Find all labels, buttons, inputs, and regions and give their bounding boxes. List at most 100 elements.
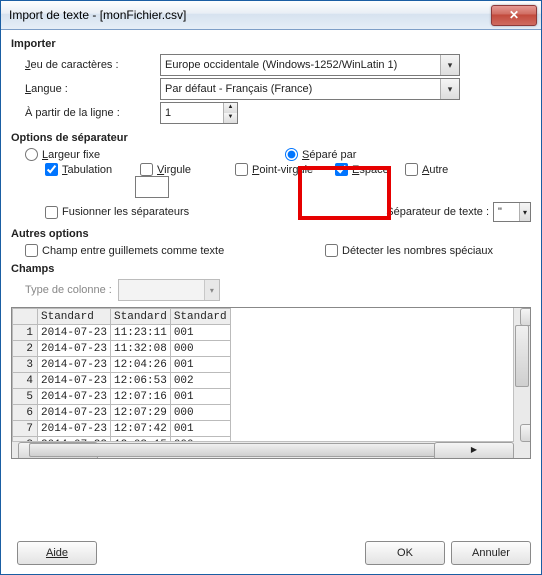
- table-row[interactable]: 42014-07-2312:06:53002: [13, 373, 231, 389]
- cancel-button[interactable]: Annuler: [451, 541, 531, 565]
- table-row[interactable]: 32014-07-2312:04:26001: [13, 357, 231, 373]
- table-row[interactable]: 52014-07-2312:07:16001: [13, 389, 231, 405]
- scroll-thumb-h[interactable]: [29, 443, 491, 457]
- cell[interactable]: 001: [170, 325, 230, 341]
- row-header: 3: [13, 357, 38, 373]
- chk-detect-special[interactable]: Détecter les nombres spéciaux: [325, 244, 493, 257]
- chevron-down-icon: ▾: [204, 280, 219, 300]
- lang-label: Langue :: [25, 83, 160, 95]
- table-row[interactable]: 22014-07-2311:32:08000: [13, 341, 231, 357]
- cell[interactable]: 2014-07-23: [38, 421, 111, 437]
- radio-separated-input[interactable]: [285, 148, 298, 161]
- charset-value: Europe occidentale (Windows-1252/WinLati…: [165, 59, 397, 71]
- preview-table-area: StandardStandardStandard 12014-07-2311:2…: [11, 307, 531, 459]
- table-row[interactable]: 72014-07-2312:07:42001: [13, 421, 231, 437]
- table-row[interactable]: 12014-07-2311:23:11001: [13, 325, 231, 341]
- chk-merge-separators[interactable]: Fusionner les séparateurs: [45, 206, 189, 219]
- cell[interactable]: 2014-07-23: [38, 325, 111, 341]
- radio-fixed-width[interactable]: Largeur fixe: [25, 148, 285, 161]
- radio-separated-label: Séparé par: [302, 149, 356, 161]
- cell[interactable]: 000: [170, 405, 230, 421]
- row-header: 4: [13, 373, 38, 389]
- text-delim-select[interactable]: " ▾: [493, 202, 531, 222]
- cell[interactable]: 2014-07-23: [38, 389, 111, 405]
- column-header[interactable]: Standard: [111, 309, 171, 325]
- cell[interactable]: 11:32:08: [111, 341, 171, 357]
- radio-fixed-input[interactable]: [25, 148, 38, 161]
- vertical-scrollbar[interactable]: ▲ ▼: [513, 308, 530, 442]
- chevron-down-icon: ▾: [440, 79, 459, 99]
- row-header: 1: [13, 325, 38, 341]
- cell[interactable]: 12:07:29: [111, 405, 171, 421]
- row-header: 5: [13, 389, 38, 405]
- chk-autre[interactable]: Autre: [405, 163, 465, 176]
- cell[interactable]: 12:07:16: [111, 389, 171, 405]
- cell[interactable]: 001: [170, 389, 230, 405]
- spin-down-icon[interactable]: ▼: [223, 113, 237, 123]
- row-header: 2: [13, 341, 38, 357]
- column-header[interactable]: Standard: [38, 309, 111, 325]
- cell[interactable]: 001: [170, 421, 230, 437]
- row-header: 6: [13, 405, 38, 421]
- scroll-up-icon[interactable]: ▲: [520, 308, 531, 326]
- section-separator: Options de séparateur Largeur fixe Sépar…: [11, 132, 531, 222]
- dialog-window: Import de texte - [monFichier.csv] ✕ Imp…: [0, 0, 542, 575]
- section-title-separator: Options de séparateur: [11, 132, 531, 144]
- radio-separated-by[interactable]: Séparé par: [285, 148, 356, 161]
- coltype-label: Type de colonne :: [25, 284, 112, 296]
- cell[interactable]: 11:23:11: [111, 325, 171, 341]
- preview-table[interactable]: StandardStandardStandard 12014-07-2311:2…: [12, 308, 231, 453]
- section-fields: Champs Type de colonne : ▾ StandardStand…: [11, 263, 531, 525]
- chk-point-virgule[interactable]: Point-virgule: [235, 163, 335, 176]
- footer-buttons: Aide OK Annuler: [11, 541, 531, 565]
- ok-button[interactable]: OK: [365, 541, 445, 565]
- section-other-options: Autres options Champ entre guillemets co…: [11, 228, 531, 257]
- column-header[interactable]: Standard: [170, 309, 230, 325]
- titlebar: Import de texte - [monFichier.csv] ✕: [1, 1, 541, 30]
- from-line-label: À partir de la ligne :: [25, 107, 160, 119]
- radio-fixed-label: Largeur fixe: [42, 149, 100, 161]
- window-title: Import de texte - [monFichier.csv]: [9, 8, 491, 22]
- spin-up-icon[interactable]: ▲: [223, 103, 237, 113]
- from-line-value: 1: [165, 107, 171, 119]
- chk-tabulation[interactable]: Tabulation: [45, 163, 140, 176]
- close-icon: ✕: [509, 8, 519, 22]
- cell[interactable]: 2014-07-23: [38, 357, 111, 373]
- horizontal-scrollbar[interactable]: ◀ ▶: [12, 441, 514, 458]
- help-button[interactable]: Aide: [17, 541, 97, 565]
- client-area: Importer Jeu de caractères : Europe occi…: [1, 30, 541, 575]
- scroll-down-icon[interactable]: ▼: [520, 424, 531, 442]
- row-header: 7: [13, 421, 38, 437]
- section-importer: Importer Jeu de caractères : Europe occi…: [11, 38, 531, 126]
- cell[interactable]: 2014-07-23: [38, 373, 111, 389]
- cell[interactable]: 001: [170, 357, 230, 373]
- scroll-thumb[interactable]: [515, 325, 529, 387]
- merge-label: Fusionner les séparateurs: [62, 206, 189, 218]
- cell[interactable]: 12:07:42: [111, 421, 171, 437]
- chk-espace[interactable]: Espace: [335, 163, 405, 176]
- cell[interactable]: 2014-07-23: [38, 341, 111, 357]
- cell[interactable]: 000: [170, 341, 230, 357]
- section-title-fields: Champs: [11, 263, 531, 275]
- cell[interactable]: 12:06:53: [111, 373, 171, 389]
- from-line-spinner[interactable]: 1 ▲▼: [160, 102, 238, 124]
- lang-select[interactable]: Par défaut - Français (France) ▾: [160, 78, 460, 100]
- other-separator-input[interactable]: [135, 176, 169, 198]
- cell[interactable]: 12:04:26: [111, 357, 171, 373]
- charset-select[interactable]: Europe occidentale (Windows-1252/WinLati…: [160, 54, 460, 76]
- quoted-label: Champ entre guillemets comme texte: [42, 245, 224, 257]
- cell[interactable]: 002: [170, 373, 230, 389]
- section-title-other: Autres options: [11, 228, 531, 240]
- coltype-select: ▾: [118, 279, 220, 301]
- close-button[interactable]: ✕: [491, 5, 537, 26]
- chk-quoted-as-text[interactable]: Champ entre guillemets comme texte: [25, 244, 325, 257]
- table-row[interactable]: 62014-07-2312:07:29000: [13, 405, 231, 421]
- scroll-corner: [514, 442, 530, 458]
- chevron-down-icon: ▾: [440, 55, 459, 75]
- detect-label: Détecter les nombres spéciaux: [342, 245, 493, 257]
- chk-virgule[interactable]: Virgule: [140, 163, 235, 176]
- chevron-down-icon: ▾: [519, 203, 530, 221]
- cell[interactable]: 2014-07-23: [38, 405, 111, 421]
- text-delim-label: Séparateur de texte :: [386, 206, 489, 218]
- scroll-right-icon[interactable]: ▶: [434, 442, 514, 459]
